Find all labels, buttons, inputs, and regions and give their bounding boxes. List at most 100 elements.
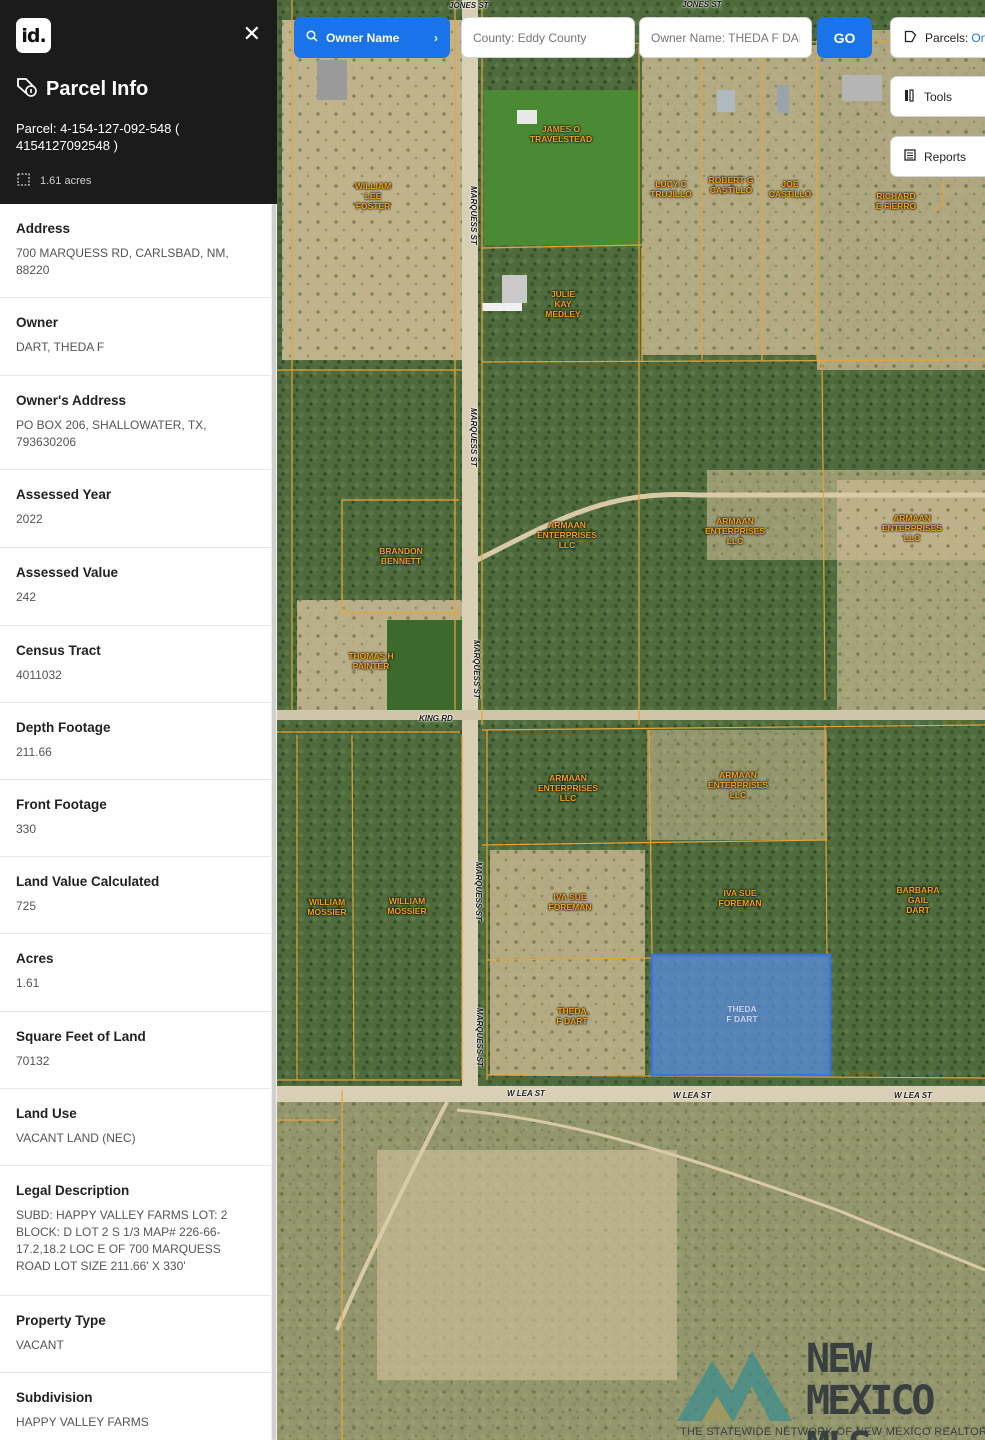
field-owner: Owner DART, THEDA F (0, 298, 271, 376)
field-label: Assessed Year (16, 487, 112, 502)
owner-label[interactable]: ARMAAN ENTERPRISES LLC (537, 520, 597, 550)
mls-mountains-logo (677, 1351, 792, 1421)
tools-button[interactable]: Tools (890, 76, 985, 117)
field-value: SUBD: HAPPY VALLEY FARMS LOT: 2 BLOCK: D… (16, 1208, 228, 1273)
owner-label[interactable]: ROBERT G CASTILLO (709, 175, 754, 195)
road-label: MARQUESS ST (469, 186, 478, 245)
road-label: W LEA ST (894, 1091, 932, 1100)
search-mode-button[interactable]: Owner Name › (294, 17, 450, 58)
close-icon[interactable]: ✕ (243, 24, 261, 46)
field-value: 70132 (16, 1054, 50, 1068)
owner-label[interactable]: JULIE KAY MEDLEY (545, 289, 580, 319)
go-button[interactable]: GO (817, 17, 872, 58)
parcel-field-list[interactable]: Address 700 MARQUESS RD, CARLSBAD, NM, 88… (0, 204, 271, 1440)
field-label: Address (16, 221, 71, 236)
parcel-number: Parcel: 4-154-127-092-548 ( 415412709254… (16, 121, 180, 153)
owner-label[interactable]: WILLIAM MOSSIER (387, 896, 426, 916)
owner-label[interactable]: JOE CASTILLO (769, 179, 812, 199)
parcel-outline-icon (904, 30, 917, 46)
field-label: Owner (16, 315, 59, 330)
field-value: 242 (16, 590, 37, 604)
scrollbar-thumb[interactable] (272, 204, 276, 1440)
owner-label[interactable]: THOMAS H PAINTER (348, 651, 393, 671)
panel-title-row: Parcel Info (16, 77, 261, 102)
field-value: 211.66 (16, 745, 52, 759)
panel-header: id. ✕ Parcel Info Parcel: 4-154-127-092-… (0, 0, 277, 204)
field-assessed-value: Assessed Value 242 (0, 548, 271, 626)
road-label: JONES ST (682, 0, 722, 9)
field-label: Legal Description (16, 1183, 130, 1198)
search-icon (306, 30, 318, 45)
owner-name-field[interactable] (639, 17, 812, 58)
road-label: MARQUESS ST (469, 408, 478, 467)
parcel-info-icon (16, 77, 38, 102)
field-value: VACANT LAND (NEC) (16, 1131, 136, 1145)
owner-label[interactable]: RICHARD E FIERRO (876, 191, 916, 211)
field-value: 330 (16, 822, 37, 836)
field-value: VACANT (16, 1338, 64, 1352)
parcels-toggle-button[interactable]: Parcels: On (890, 17, 985, 58)
road-label: KING RD (419, 714, 453, 723)
owner-label[interactable]: WILLIAM MOSSIER (307, 897, 346, 917)
field-acres: Acres 1.61 (0, 934, 271, 1012)
owner-label[interactable]: WILLIAM LEE FOSTER (355, 181, 391, 211)
field-label: Property Type (16, 1313, 106, 1328)
parcels-state: On (971, 30, 985, 45)
panel-scrollbar[interactable] (271, 204, 277, 1440)
field-depth-footage: Depth Footage 211.66 (0, 703, 271, 780)
owner-label[interactable]: THEDA F DART (556, 1006, 587, 1026)
app-logo[interactable]: id. (16, 18, 51, 53)
reports-label: Reports (924, 149, 967, 164)
county-field[interactable] (461, 17, 635, 58)
field-legal-description: Legal Description SUBD: HAPPY VALLEY FARM… (0, 1166, 271, 1296)
field-label: Assessed Value (16, 565, 119, 580)
field-subdivision: Subdivision HAPPY VALLEY FARMS (0, 1373, 271, 1440)
chevron-right-icon: › (434, 30, 438, 45)
field-label: Census Tract (16, 643, 101, 658)
watermark-tagline: THE STATEWIDE NETWORK OF NEW MEXICO REAL… (680, 1426, 985, 1438)
field-label: Square Feet of Land (16, 1029, 146, 1044)
field-property-type: Property Type VACANT (0, 1296, 271, 1373)
road-label: MARQUESS ST (472, 640, 481, 699)
parcels-label: Parcels: (925, 30, 969, 45)
satellite-map[interactable]: JONES ST JONES ST MARQUESS ST MARQUESS S… (277, 0, 985, 1440)
road-label: JONES ST (449, 1, 489, 10)
field-assessed-year: Assessed Year 2022 (0, 470, 271, 548)
field-value: 700 MARQUESS RD, CARLSBAD, NM, 88220 (16, 246, 229, 277)
road-label: MARQUESS ST (474, 862, 483, 921)
field-address: Address 700 MARQUESS RD, CARLSBAD, NM, 88… (0, 204, 271, 298)
watermark-line1: NEW (806, 1336, 872, 1382)
field-value: 4011032 (16, 668, 62, 682)
owner-label[interactable]: IVA SUE FOREMAN (549, 892, 592, 912)
owner-label[interactable]: IVA SUE FOREMAN (719, 888, 762, 908)
owner-label[interactable]: JAMES O TRAVELSTEAD (530, 124, 592, 144)
field-value: PO BOX 206, SHALLOWATER, TX, 793630206 (16, 418, 207, 449)
owner-label[interactable]: LUCY C TRUJILLO (650, 179, 692, 199)
owner-label[interactable]: BRANDON BENNETT (379, 546, 422, 566)
field-label: Subdivision (16, 1390, 93, 1405)
tools-icon (904, 88, 916, 105)
search-mode-label: Owner Name (326, 30, 400, 45)
reports-icon (904, 149, 916, 164)
road-label: W LEA ST (507, 1089, 545, 1098)
selected-owner-label[interactable]: THEDA F DART (726, 1004, 757, 1024)
owner-label[interactable]: ARMAAN ENTERPRISES LLC (538, 773, 598, 803)
road-label: W LEA ST (673, 1091, 711, 1100)
field-label: Owner's Address (16, 393, 126, 408)
owner-label[interactable]: ARMAAN ENTERPRISES LLC (708, 770, 768, 800)
owner-label[interactable]: BARBARA GAIL DART (897, 885, 940, 915)
acres-value: 1.61 acres (40, 175, 92, 187)
field-label: Land Value Calculated (16, 874, 160, 889)
area-icon (16, 172, 31, 190)
owner-label[interactable]: ARMAAN ENTERPRISES LLC (705, 516, 765, 546)
owner-label[interactable]: ARMAAN ENTERPRISES LLC (882, 513, 942, 543)
reports-button[interactable]: Reports (890, 136, 985, 177)
field-value: 2022 (16, 512, 43, 526)
field-square-feet: Square Feet of Land 70132 (0, 1012, 271, 1089)
field-land-value: Land Value Calculated 725 (0, 857, 271, 934)
road-label: MARQUESS ST (475, 1008, 484, 1067)
panel-title: Parcel Info (46, 78, 149, 100)
field-census-tract: Census Tract 4011032 (0, 626, 271, 703)
field-owners-address: Owner's Address PO BOX 206, SHALLOWATER, … (0, 376, 271, 470)
field-label: Front Footage (16, 797, 107, 812)
